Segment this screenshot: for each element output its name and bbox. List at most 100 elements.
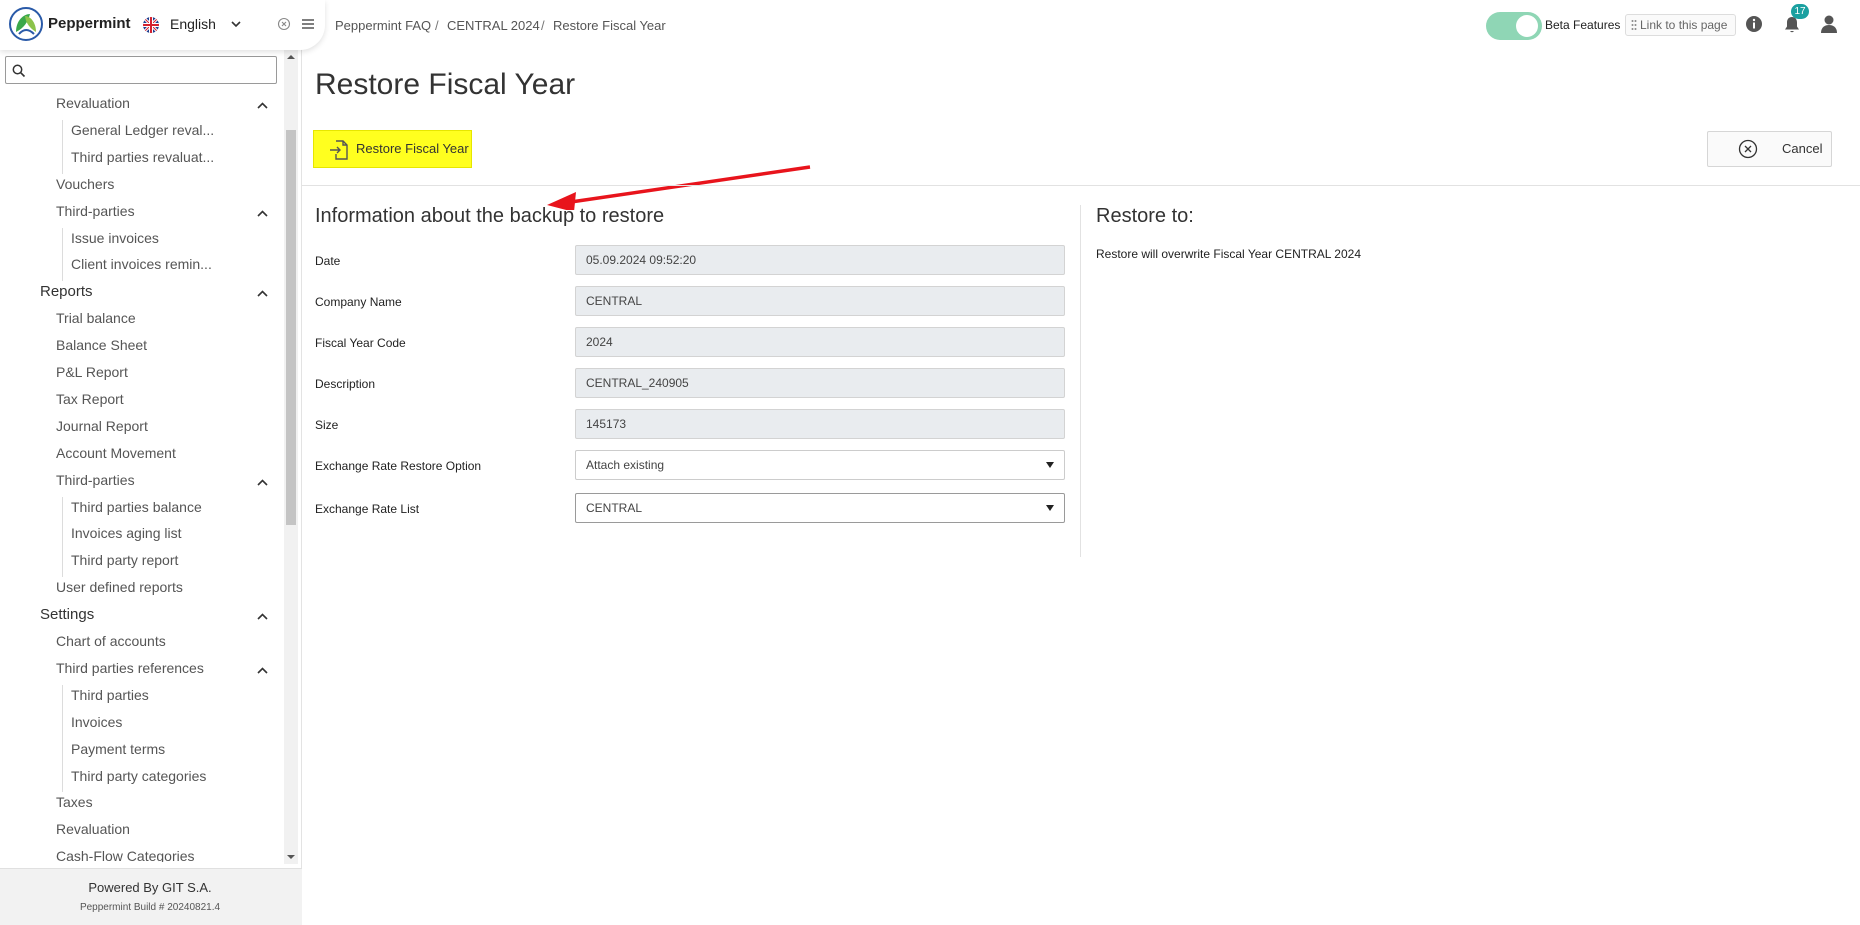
- close-circle-icon[interactable]: [277, 17, 291, 31]
- restore-fiscal-year-button[interactable]: Restore Fiscal Year: [313, 130, 472, 168]
- scroll-up-icon[interactable]: [286, 52, 296, 62]
- sidebar-item[interactable]: P&L Report: [56, 364, 128, 380]
- sidebar-item[interactable]: Third parties references: [56, 660, 204, 676]
- beta-features-label: Beta Features: [1545, 18, 1621, 32]
- field-label: Company Name: [315, 295, 402, 309]
- sidebar-item[interactable]: Invoices: [71, 714, 122, 730]
- restore-to-title: Restore to:: [1096, 205, 1194, 227]
- chevron-up-icon[interactable]: [256, 610, 269, 623]
- sidebar-item[interactable]: Vouchers: [56, 176, 114, 192]
- uk-flag-icon: [143, 17, 159, 33]
- sidebar-item[interactable]: Chart of accounts: [56, 633, 166, 649]
- brand-name: Peppermint: [48, 15, 131, 32]
- sidebar-item[interactable]: Client invoices remin...: [71, 256, 212, 272]
- sidebar-item[interactable]: Settings: [40, 606, 94, 623]
- sidebar-item[interactable]: Third party report: [71, 552, 178, 568]
- field-label: Exchange Rate List: [315, 502, 420, 516]
- powered-by: Powered By GIT S.A.: [88, 880, 212, 895]
- sidebar-nav: Revaluation General Ledger reval... Third …: [0, 92, 284, 862]
- peppermint-logo-icon[interactable]: [8, 6, 44, 42]
- sidebar-item[interactable]: Cash-Flow Categories: [56, 848, 195, 862]
- search-input[interactable]: [30, 60, 270, 80]
- sidebar-item[interactable]: Third parties revaluat...: [71, 149, 214, 165]
- sidebar-item[interactable]: Balance Sheet: [56, 337, 147, 353]
- tree-guide-line: [62, 227, 63, 282]
- build-number: Peppermint Build # 20240821.4: [79, 902, 221, 913]
- sidebar-item[interactable]: User defined reports: [56, 579, 183, 595]
- sidebar-item[interactable]: Payment terms: [71, 741, 165, 757]
- scroll-down-icon[interactable]: [286, 852, 296, 862]
- info-icon[interactable]: [1745, 15, 1763, 33]
- toolbar-divider: [302, 185, 1860, 186]
- sidebar-item[interactable]: Taxes: [56, 794, 93, 810]
- chevron-up-icon[interactable]: [256, 207, 269, 220]
- select-field[interactable]: CENTRAL: [575, 493, 1065, 523]
- breadcrumb-item-fiscal-year[interactable]: CENTRAL 2024: [447, 18, 540, 33]
- breadcrumb-item-current: Restore Fiscal Year: [553, 18, 666, 33]
- restore-to-message: Restore will overwrite Fiscal Year CENTR…: [1096, 247, 1361, 261]
- sidebar-item[interactable]: Third parties: [71, 687, 149, 703]
- sidebar-footer: Powered By GIT S.A. Peppermint Build # 2…: [0, 868, 302, 925]
- breadcrumb-item-faq[interactable]: Peppermint FAQ: [335, 18, 431, 33]
- cancel-button[interactable]: Cancel: [1707, 131, 1832, 167]
- sidebar-item[interactable]: Revaluation: [56, 821, 130, 837]
- annotation-arrow: [547, 165, 811, 210]
- search-icon: [12, 64, 26, 78]
- beta-features-toggle[interactable]: [1486, 12, 1542, 40]
- chevron-down-icon[interactable]: [229, 17, 243, 31]
- sidebar: Peppermint English Revaluation General L…: [0, 0, 325, 925]
- sidebar-item[interactable]: Third party categories: [71, 768, 206, 784]
- main-content: Restore Fiscal Year Restore Fiscal Year …: [302, 50, 1860, 925]
- user-icon[interactable]: [1820, 14, 1838, 34]
- sidebar-item[interactable]: Issue invoices: [71, 230, 159, 246]
- field-value: 05.09.2024 09:52:20: [586, 253, 697, 267]
- chevron-up-icon[interactable]: [256, 664, 269, 677]
- breadcrumb-separator: /: [541, 18, 545, 33]
- chevron-up-icon[interactable]: [256, 99, 269, 112]
- field-value: CENTRAL: [586, 294, 643, 308]
- readonly-field: 145173: [575, 409, 1065, 439]
- tree-guide-line: [62, 496, 63, 578]
- caret-down-icon[interactable]: [1046, 462, 1054, 468]
- toggle-knob: [1516, 15, 1538, 37]
- close-circle-icon: [1738, 139, 1758, 159]
- tree-guide-line: [62, 684, 63, 793]
- sidebar-item[interactable]: Revaluation: [56, 95, 130, 111]
- field-value: Attach existing: [586, 458, 665, 472]
- sidebar-item[interactable]: Tax Report: [56, 391, 124, 407]
- sidebar-item[interactable]: Third-parties: [56, 203, 135, 219]
- field-label: Description: [315, 377, 376, 391]
- page-title: Restore Fiscal Year: [315, 68, 576, 101]
- breadcrumb-separator: /: [435, 18, 439, 33]
- sidebar-scrollbar[interactable]: [284, 50, 298, 864]
- select-field[interactable]: Attach existing: [575, 450, 1065, 480]
- chevron-up-icon[interactable]: [256, 287, 269, 300]
- sidebar-item[interactable]: Account Movement: [56, 445, 176, 461]
- sidebar-item[interactable]: Trial balance: [56, 310, 136, 326]
- notification-badge: 17: [1791, 4, 1809, 19]
- drag-dots-icon: [1631, 20, 1637, 30]
- file-import-icon: [330, 140, 348, 160]
- scrollbar-thumb[interactable]: [286, 130, 296, 525]
- language-selector[interactable]: English: [170, 16, 216, 32]
- field-label: Fiscal Year Code: [315, 336, 406, 350]
- readonly-field: CENTRAL: [575, 286, 1065, 316]
- cancel-button-label: Cancel: [1782, 141, 1823, 156]
- readonly-field: CENTRAL_240905: [575, 368, 1065, 398]
- section-title: Information about the backup to restore: [315, 205, 665, 227]
- sidebar-item[interactable]: Reports: [40, 283, 93, 300]
- sidebar-item[interactable]: Invoices aging list: [71, 525, 182, 541]
- caret-down-icon[interactable]: [1046, 505, 1054, 511]
- sidebar-item[interactable]: Third-parties: [56, 472, 135, 488]
- sidebar-item[interactable]: Third parties balance: [71, 499, 202, 515]
- sidebar-item[interactable]: Journal Report: [56, 418, 148, 434]
- sidebar-item[interactable]: General Ledger reval...: [71, 122, 214, 138]
- hamburger-menu-icon[interactable]: [301, 17, 315, 31]
- sidebar-search[interactable]: [5, 56, 277, 84]
- chevron-up-icon[interactable]: [256, 476, 269, 489]
- field-value: CENTRAL: [586, 501, 643, 515]
- field-label: Size: [315, 418, 339, 432]
- link-to-page-button[interactable]: Link to this page: [1625, 14, 1736, 36]
- field-label: Date: [315, 254, 341, 268]
- field-value: 2024: [586, 335, 613, 349]
